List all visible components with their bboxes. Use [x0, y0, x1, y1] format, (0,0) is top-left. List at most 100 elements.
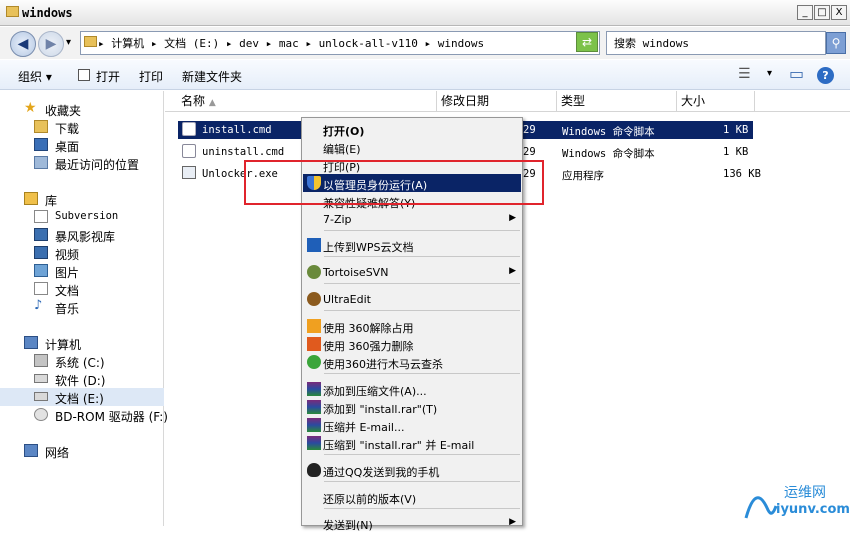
- sidebar-computer[interactable]: 计算机: [0, 334, 164, 352]
- sidebar-recent[interactable]: 最近访问的位置: [0, 154, 164, 172]
- print-button[interactable]: 打印: [139, 68, 163, 85]
- sidebar-drive-d[interactable]: 软件 (D:): [0, 370, 164, 388]
- forward-button[interactable]: ▶: [38, 31, 64, 57]
- menu-item-360-scan[interactable]: 使用360进行木马云查杀: [303, 353, 521, 371]
- search-icon[interactable]: ⚲: [826, 32, 846, 54]
- views-icon[interactable]: ☰: [738, 66, 751, 82]
- organize-button[interactable]: 组织 ▾: [18, 68, 52, 85]
- menu-item-restore-versions[interactable]: 还原以前的版本(V): [303, 488, 521, 506]
- sidebar-video[interactable]: 视频: [0, 244, 164, 262]
- menu-item-360-unlock[interactable]: 使用 360解除占用: [303, 317, 521, 335]
- sidebar-pictures[interactable]: 图片: [0, 262, 164, 280]
- refresh-button[interactable]: ⇄: [576, 32, 598, 52]
- search-placeholder: 搜索 windows: [614, 37, 689, 50]
- address-folder-icon: [84, 36, 97, 47]
- network-icon: [24, 444, 38, 457]
- column-type[interactable]: 类型: [557, 91, 677, 112]
- documents-icon: [34, 282, 48, 295]
- open-icon: [78, 69, 90, 81]
- menu-separator: [324, 508, 520, 509]
- wps-cloud-icon: [307, 238, 321, 252]
- new-folder-button[interactable]: 新建文件夹: [182, 68, 242, 85]
- ultraedit-icon: [307, 292, 321, 306]
- menu-item-7zip[interactable]: 7-Zip ▶: [303, 210, 521, 228]
- menu-separator: [324, 454, 520, 455]
- watermark-cn: 运维网: [784, 485, 826, 501]
- menu-item-tortoisesvn[interactable]: TortoiseSVN ▶: [303, 263, 521, 281]
- sidebar-docs[interactable]: 文档: [0, 280, 164, 298]
- menu-item-open[interactable]: 打开(O): [303, 120, 521, 138]
- sidebar-drive-e[interactable]: 文档 (E:): [0, 388, 164, 406]
- views-dropdown-icon[interactable]: ▾: [767, 68, 772, 79]
- sidebar-downloads[interactable]: 下载: [0, 118, 164, 136]
- menu-item-edit[interactable]: 编辑(E): [303, 138, 521, 156]
- winrar-icon: [307, 400, 321, 414]
- back-button[interactable]: ◀: [10, 31, 36, 57]
- 360-delete-icon: [307, 337, 321, 351]
- maximize-button[interactable]: □: [814, 5, 830, 20]
- history-dropdown-icon[interactable]: ▾: [66, 37, 71, 48]
- menu-item-add-archive[interactable]: 添加到压缩文件(A)...: [303, 380, 521, 398]
- library-icon: [24, 192, 38, 205]
- video-library-icon: [34, 228, 48, 241]
- sidebar-favorites[interactable]: ★ 收藏夹: [0, 100, 164, 118]
- title-bar: [0, 0, 850, 26]
- column-date[interactable]: 修改日期: [437, 91, 557, 112]
- sidebar-music[interactable]: ♪ 音乐: [0, 298, 164, 316]
- open-button[interactable]: 打开: [96, 68, 120, 85]
- winrar-icon: [307, 382, 321, 396]
- downloads-icon: [34, 120, 48, 133]
- menu-separator: [324, 230, 520, 231]
- 360-scan-icon: [307, 355, 321, 369]
- minimize-button[interactable]: _: [797, 5, 813, 20]
- preview-pane-icon[interactable]: ▭: [789, 64, 804, 83]
- star-icon: ★: [24, 100, 37, 116]
- sort-arrow-icon: ▲: [208, 98, 216, 108]
- menu-item-send-to[interactable]: 发送到(N) ▶: [303, 514, 521, 532]
- column-size[interactable]: 大小: [677, 91, 755, 112]
- menu-item-ultraedit[interactable]: UltraEdit: [303, 290, 521, 308]
- sidebar-desktop[interactable]: 桌面: [0, 136, 164, 154]
- system-drive-icon: [34, 354, 48, 367]
- menu-item-add-rar[interactable]: 添加到 "install.rar"(T): [303, 398, 521, 416]
- menu-item-360-delete[interactable]: 使用 360强力删除: [303, 335, 521, 353]
- video-icon: [34, 246, 48, 259]
- disc-drive-icon: [34, 408, 48, 421]
- menu-separator: [324, 373, 520, 374]
- menu-separator: [324, 481, 520, 482]
- navigation-pane: ★ 收藏夹 下载 桌面 最近访问的位置 库 Subversion 暴风影视库 视频…: [0, 91, 168, 526]
- menu-separator: [324, 283, 520, 284]
- sidebar-network[interactable]: 网络: [0, 442, 164, 460]
- menu-separator: [324, 256, 520, 257]
- submenu-arrow-icon: ▶: [509, 266, 516, 276]
- drive-icon: [34, 374, 48, 383]
- menu-item-wps-upload[interactable]: 上传到WPS云文档: [303, 236, 521, 254]
- music-icon: ♪: [34, 298, 43, 313]
- recent-places-icon: [34, 156, 48, 169]
- tortoisesvn-icon: [307, 265, 321, 279]
- menu-item-compress-email[interactable]: 压缩并 E-mail...: [303, 416, 521, 434]
- winrar-icon: [307, 436, 321, 450]
- desktop-icon: [34, 138, 48, 151]
- menu-item-compress-rar-email[interactable]: 压缩到 "install.rar" 并 E-mail: [303, 434, 521, 452]
- sidebar-drive-c[interactable]: 系统 (C:): [0, 352, 164, 370]
- address-path[interactable]: ▸ 计算机 ▸ 文档 (E:) ▸ dev ▸ mac ▸ unlock-all…: [98, 35, 484, 51]
- sidebar-drive-f[interactable]: BD-ROM 驱动器 (F:): [0, 406, 168, 424]
- command-toolbar: [0, 60, 850, 90]
- watermark: 运维网 iyunv.com: [742, 478, 850, 524]
- sidebar-subversion[interactable]: Subversion: [0, 208, 164, 226]
- application-file-icon: [182, 166, 196, 179]
- 360-unlock-icon: [307, 319, 321, 333]
- script-file-icon: [182, 122, 196, 136]
- sidebar-libraries[interactable]: 库: [0, 190, 164, 208]
- document-library-icon: [34, 210, 48, 223]
- sidebar-storm[interactable]: 暴风影视库: [0, 226, 164, 244]
- close-button[interactable]: X: [831, 5, 847, 20]
- menu-item-qq-send[interactable]: 通过QQ发送到我的手机: [303, 461, 521, 479]
- column-name[interactable]: 名称 ▲: [165, 91, 437, 112]
- computer-icon: [24, 336, 38, 349]
- script-file-icon: [182, 144, 196, 158]
- folder-icon: [6, 6, 19, 17]
- help-icon[interactable]: ?: [817, 67, 834, 84]
- winrar-icon: [307, 418, 321, 432]
